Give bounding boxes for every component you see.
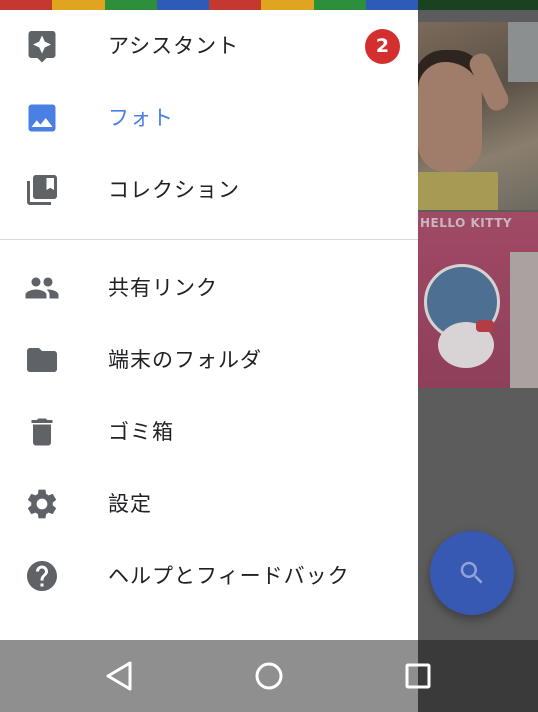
drawer-item-label: ゴミ箱 xyxy=(108,420,174,444)
home-icon xyxy=(255,662,283,690)
drawer-item-settings[interactable]: 設定 xyxy=(0,468,418,540)
drawer-item-trash[interactable]: ゴミ箱 xyxy=(0,396,418,468)
drawer-item-label: フォト xyxy=(108,106,174,130)
drawer-item-label: ヘルプとフィードバック xyxy=(108,564,350,588)
collections-icon xyxy=(24,172,60,208)
drawer-item-device-folders[interactable]: 端末のフォルダ xyxy=(0,324,418,396)
drawer-item-photos[interactable]: フォト xyxy=(0,82,418,154)
trash-icon xyxy=(24,414,60,450)
search-fab[interactable] xyxy=(430,531,514,615)
drawer-item-label: 共有リンク xyxy=(108,276,218,300)
photo-thumbnail[interactable]: HELLO KITTY xyxy=(418,212,538,388)
assistant-icon xyxy=(24,28,60,64)
drawer-item-shared-links[interactable]: 共有リンク xyxy=(0,252,418,324)
help-icon xyxy=(24,558,60,594)
drawer-item-label: アシスタント xyxy=(108,34,240,58)
notification-badge: 2 xyxy=(365,29,400,64)
back-button[interactable] xyxy=(99,656,139,696)
drawer-item-help[interactable]: ヘルプとフィードバック xyxy=(0,540,418,612)
recents-button[interactable] xyxy=(398,656,438,696)
back-icon xyxy=(106,661,132,691)
drawer-item-collections[interactable]: コレクション xyxy=(0,154,418,226)
drawer-header-image xyxy=(0,0,418,10)
folder-icon xyxy=(24,342,60,378)
photo-thumbnail[interactable] xyxy=(418,22,538,210)
drawer-item-label: 端末のフォルダ xyxy=(108,348,262,372)
drawer-item-label: 設定 xyxy=(108,492,152,516)
drawer-item-label: コレクション xyxy=(108,178,240,202)
photo-text: HELLO KITTY xyxy=(420,216,513,230)
recents-icon xyxy=(405,663,431,689)
people-icon xyxy=(24,270,60,306)
system-navigation-bar xyxy=(0,640,538,712)
divider xyxy=(0,239,418,240)
home-button[interactable] xyxy=(249,656,289,696)
drawer-item-assistant[interactable]: アシスタント 2 xyxy=(0,10,418,82)
gear-icon xyxy=(24,486,60,522)
photo-icon xyxy=(24,100,60,136)
status-bar xyxy=(418,0,538,10)
navigation-drawer: アシスタント 2 フォト コレクション 共有リンク 端末のフォルダ ゴミ箱 設定… xyxy=(0,10,418,640)
screen: HELLO KITTY アシスタント 2 フォト コレクション 共有リンク 端末… xyxy=(0,0,538,712)
